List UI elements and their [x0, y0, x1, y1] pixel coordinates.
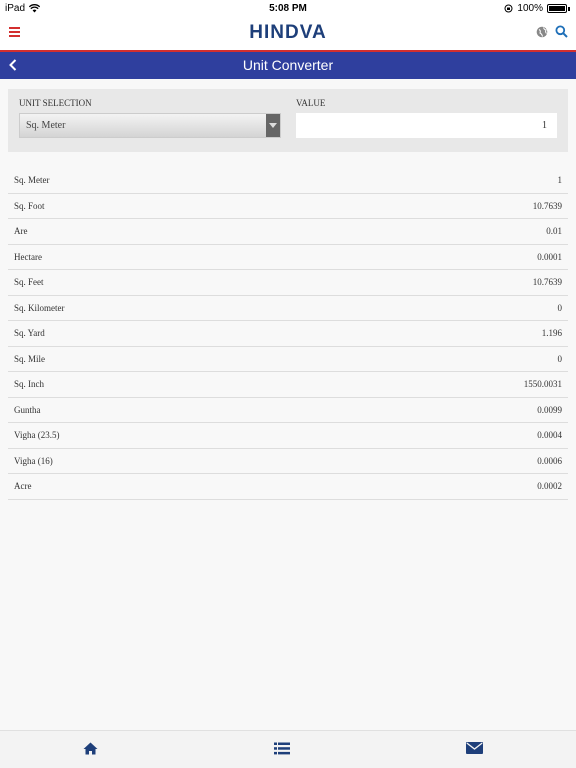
list-icon[interactable] [274, 742, 290, 755]
unit-name: Sq. Foot [14, 200, 45, 211]
unit-value: 10.7639 [532, 277, 562, 288]
unit-name: Vigha (16) [14, 455, 53, 466]
battery-percent: 100% [517, 3, 543, 14]
value-label: VALUE [296, 98, 326, 108]
globe-icon[interactable] [536, 26, 548, 38]
list-item: Acre 0.0002 [8, 474, 568, 500]
list-item: Sq. Mile 0 [8, 347, 568, 372]
unit-selection-panel: UNIT SELECTION VALUE Sq. Meter [8, 89, 568, 152]
home-icon[interactable] [83, 742, 98, 755]
list-item: Sq. Kilometer 0 [8, 296, 568, 321]
envelope-icon[interactable] [466, 742, 483, 754]
unit-value: 1.196 [541, 328, 562, 339]
conversion-list: Sq. Meter 1 Sq. Foot 10.7639 Are 0.01 Hecta… [8, 168, 568, 500]
value-input[interactable] [296, 113, 557, 138]
unit-value: 0.0002 [537, 481, 562, 492]
unit-value: 0.0006 [537, 455, 562, 466]
unit-value: 0.0099 [537, 404, 562, 415]
list-item: Sq. Inch 1550.0031 [8, 372, 568, 398]
list-item: Vigha (23.5) 0.0004 [8, 423, 568, 449]
list-item: Sq. Feet 10.7639 [8, 270, 568, 296]
unit-name: Hectare [14, 251, 42, 262]
unit-name: Are [14, 226, 28, 237]
unit-name: Sq. Yard [14, 328, 45, 339]
list-item: Guntha 0.0099 [8, 398, 568, 423]
unit-value: 10.7639 [532, 200, 562, 211]
list-item: Sq. Yard 1.196 [8, 321, 568, 347]
unit-value: 1550.0031 [523, 379, 562, 390]
orientation-lock-icon [504, 4, 513, 13]
search-icon[interactable] [555, 25, 568, 38]
unit-name: Sq. Meter [14, 175, 50, 186]
app-header: HINDVA [0, 17, 576, 50]
unit-selection-label: UNIT SELECTION [19, 98, 92, 108]
list-item: Sq. Foot 10.7639 [8, 194, 568, 219]
list-item: Vigha (16) 0.0006 [8, 449, 568, 474]
unit-value: 0.0004 [537, 430, 562, 441]
list-item: Sq. Meter 1 [8, 168, 568, 194]
status-bar: iPad 5:08 PM 100% [0, 0, 576, 17]
page-title: Unit Converter [242, 57, 334, 73]
list-item: Hectare 0.0001 [8, 245, 568, 270]
unit-name: Sq. Feet [14, 277, 44, 288]
unit-name: Acre [14, 481, 32, 492]
dropdown-arrow-icon[interactable] [266, 114, 280, 137]
unit-value: 0 [557, 353, 563, 364]
battery-icon [547, 4, 567, 13]
unit-name: Sq. Kilometer [14, 302, 65, 313]
unit-name: Sq. Inch [14, 379, 44, 390]
list-item: Are 0.01 [8, 219, 568, 245]
unit-name: Guntha [14, 404, 41, 415]
selected-unit: Sq. Meter [26, 120, 66, 131]
brand-logo: HINDVA [249, 22, 327, 43]
status-time: 5:08 PM [269, 3, 307, 14]
title-bar: Unit Converter [0, 52, 576, 79]
unit-name: Vigha (23.5) [14, 430, 60, 441]
unit-select[interactable]: Sq. Meter [19, 113, 281, 138]
unit-value: 0.01 [546, 226, 562, 237]
unit-name: Sq. Mile [14, 353, 46, 364]
unit-value: 1 [557, 175, 563, 186]
bottom-tab-bar [0, 730, 576, 768]
unit-value: 0.0001 [537, 251, 562, 262]
unit-value: 0 [557, 302, 563, 313]
